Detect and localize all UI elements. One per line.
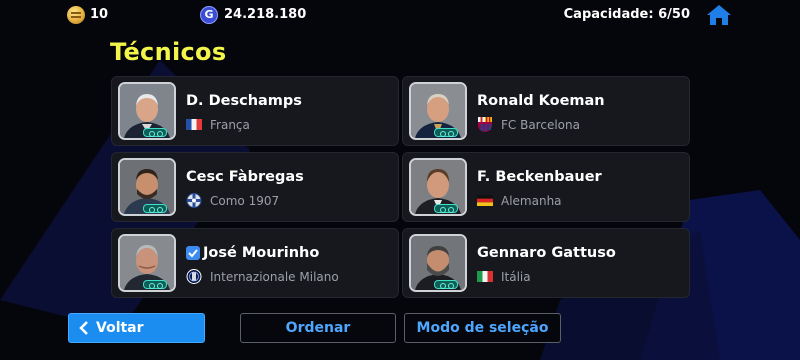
- top-bar: 10 G 24.218.180 Capacidade: 6/50: [0, 0, 800, 32]
- crest-fc-barcelona-icon: [478, 117, 492, 132]
- coach-team: Itália: [501, 270, 531, 284]
- coach-photo: [118, 234, 176, 292]
- crest-como-1907-icon: [186, 193, 202, 208]
- flag-germany-icon: [477, 195, 493, 206]
- crest-internazionale-icon: [186, 269, 202, 284]
- page-title: Técnicos: [110, 38, 227, 66]
- selected-check-icon: [186, 246, 200, 260]
- chevron-left-icon: [79, 321, 88, 335]
- coach-team: FC Barcelona: [501, 118, 580, 132]
- coach-name: D. Deschamps: [186, 93, 302, 109]
- coach-badge-icon: [143, 204, 167, 213]
- back-button-label: Voltar: [96, 320, 144, 336]
- coach-badge-icon: [434, 280, 458, 289]
- coach-name: Cesc Fàbregas: [186, 169, 304, 185]
- coach-badge-icon: [434, 128, 458, 137]
- selection-mode-button[interactable]: Modo de seleção: [404, 313, 561, 343]
- coach-card[interactable]: Ronald Koeman FC Barcelona: [402, 76, 690, 146]
- coach-team: Alemanha: [501, 194, 562, 208]
- coach-team: Como 1907: [210, 194, 280, 208]
- coach-photo: [409, 234, 467, 292]
- coach-team: Internazionale Milano: [210, 270, 339, 284]
- coach-card[interactable]: F. Beckenbauer Alemanha: [402, 152, 690, 222]
- coach-card[interactable]: Cesc Fàbregas Como 1907: [111, 152, 399, 222]
- coach-badge-icon: [143, 280, 167, 289]
- flag-italy-icon: [477, 271, 493, 282]
- capacity-label: Capacidade: 6/50: [563, 7, 690, 22]
- coach-name: Ronald Koeman: [477, 93, 605, 109]
- coin-icon: [67, 6, 85, 24]
- gp-icon: G: [200, 6, 218, 24]
- gp-amount: 24.218.180: [224, 7, 307, 22]
- coach-badge-icon: [434, 204, 458, 213]
- coach-photo: [118, 158, 176, 216]
- coach-name: F. Beckenbauer: [477, 169, 602, 185]
- coach-name: José Mourinho: [203, 245, 320, 261]
- coach-team: França: [210, 118, 250, 132]
- coach-card[interactable]: Gennaro Gattuso Itália: [402, 228, 690, 298]
- coach-card[interactable]: D. Deschamps França: [111, 76, 399, 146]
- coach-photo: [118, 82, 176, 140]
- coach-name: Gennaro Gattuso: [477, 245, 616, 261]
- sort-button[interactable]: Ordenar: [240, 313, 396, 343]
- back-button[interactable]: Voltar: [68, 313, 205, 343]
- coach-badge-icon: [143, 128, 167, 137]
- home-icon: [707, 5, 731, 25]
- home-button[interactable]: [706, 3, 732, 27]
- coins-count: 10: [90, 7, 109, 22]
- coach-photo: [409, 158, 467, 216]
- coach-photo: [409, 82, 467, 140]
- flag-france-icon: [186, 119, 202, 130]
- coach-card[interactable]: José Mourinho Internazionale Milano: [111, 228, 399, 298]
